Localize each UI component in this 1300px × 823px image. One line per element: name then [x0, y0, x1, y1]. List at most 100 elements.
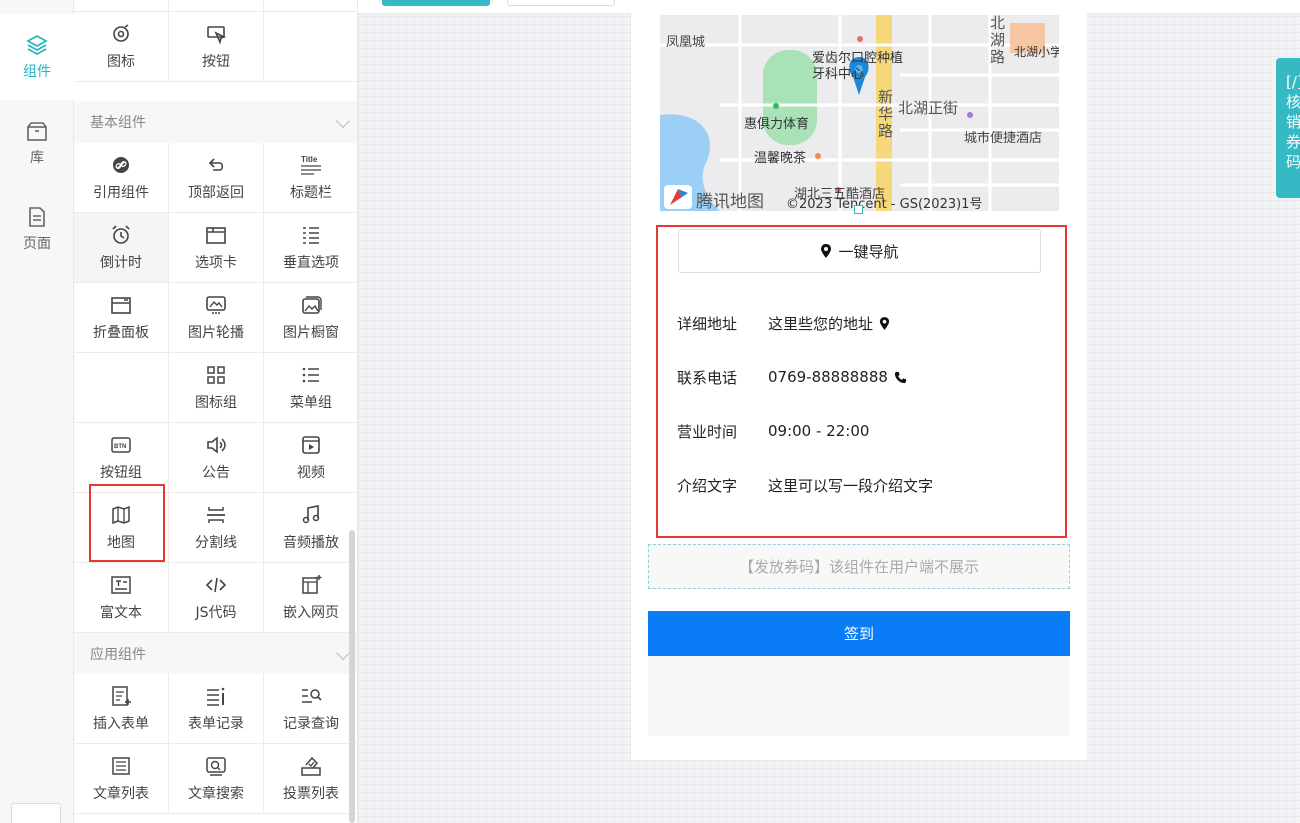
component-tile[interactable]: Title 标题栏	[264, 143, 357, 213]
toolbar-primary-button[interactable]	[382, 0, 490, 6]
verify-coupon-tab[interactable]: [/]核销券码	[1276, 58, 1300, 198]
navigate-button[interactable]: 一键导航	[678, 229, 1041, 273]
side-tab-label: [/]核销券码	[1286, 73, 1300, 171]
info-label: 联系电话	[677, 368, 738, 387]
component-tile[interactable]: 分割线	[169, 493, 264, 563]
component-panel: 点图 文字 图片 图标 按钮 基本组件 引用组件 顶部返回 Title 标题栏倒计时 选…	[74, 0, 358, 823]
section-basic-components[interactable]: 基本组件	[74, 101, 357, 143]
tile-label: 引用组件	[93, 184, 149, 201]
component-tile[interactable]: 顶部返回	[169, 143, 264, 213]
component-tile[interactable]: 投票列表	[264, 744, 357, 814]
info-label: 介绍文字	[677, 476, 738, 495]
coupon-component-placeholder[interactable]: 【发放券码】该组件在用户端不展示	[648, 544, 1070, 589]
app-components-grid: 插入表单 表单记录 记录查询文章列表 文章搜索 投票列表	[74, 674, 357, 814]
component-tile[interactable]: 文章搜索	[169, 744, 264, 814]
component-tile[interactable]: 垂直选项	[264, 213, 357, 283]
component-tile[interactable]: 文字	[169, 0, 264, 12]
component-tile[interactable]: 引用组件	[74, 143, 169, 213]
info-value: 0769-88888888	[768, 368, 907, 386]
map-label: 城市便捷酒店	[964, 131, 1043, 146]
tile-label: 文章搜索	[188, 785, 244, 802]
tile-label: 图片橱窗	[283, 324, 339, 341]
collapse-panel-icon	[110, 294, 132, 316]
map-label: 新华路	[878, 88, 894, 140]
component-tile[interactable]: 图片轮播	[169, 283, 264, 353]
tile-label: 菜单组	[290, 394, 332, 411]
divider-icon	[205, 504, 227, 526]
map-copyright: ©2023 Tencent - GS(2023)1号	[786, 197, 983, 211]
map-tile-highlight	[89, 484, 165, 562]
toolbar-button[interactable]	[507, 0, 615, 6]
component-tile[interactable]: 倒计时	[74, 213, 169, 283]
tile-label: 分割线	[195, 534, 237, 551]
tile-label: 图标	[107, 53, 135, 70]
music-note-icon	[300, 504, 322, 526]
article-list-icon	[110, 755, 132, 777]
component-tile[interactable]: 折叠面板	[74, 283, 169, 353]
tile-label: JS代码	[195, 604, 237, 621]
map-view[interactable]: 凤凰城 爱齿尔口腔种植 牙科中心 惠俱力体育 温馨晚茶 新华路 北湖正街 北湖路…	[660, 15, 1059, 211]
hours-text: 09:00 - 22:00	[768, 422, 870, 440]
code-icon	[205, 574, 227, 596]
rail-item-library[interactable]: 库	[0, 100, 74, 186]
pin-icon[interactable]	[879, 316, 890, 330]
section-title-app: 应用组件	[90, 647, 146, 663]
component-tile[interactable]: 图片	[264, 0, 357, 12]
map-label: 惠俱力体育	[744, 117, 810, 132]
map-label: 北湖正街	[898, 99, 959, 117]
section-title-basic: 基本组件	[90, 115, 146, 131]
info-row-hours: 营业时间 09:00 - 22:00	[677, 421, 869, 441]
component-tile[interactable]: 图片橱窗	[264, 283, 357, 353]
component-tile[interactable]: JS代码	[169, 563, 264, 633]
component-tile[interactable]: 图标组	[169, 353, 264, 423]
phone-icon[interactable]	[894, 371, 907, 384]
layers-icon	[26, 34, 48, 56]
tile-label: 顶部返回	[188, 184, 244, 201]
signin-label: 签到	[843, 625, 874, 643]
tile-label: 按钮组	[100, 464, 142, 481]
tile-label: 公告	[202, 464, 230, 481]
panel-scrollbar[interactable]	[349, 530, 355, 823]
component-tile-icon[interactable]: 图标	[74, 12, 169, 82]
tile-label: 文字	[202, 0, 230, 1]
map-label: 北湖路	[990, 15, 1006, 66]
rich-text-icon	[110, 574, 132, 596]
component-tile[interactable]: 选项卡	[169, 213, 264, 283]
rail-item-pages[interactable]: 页面	[0, 186, 74, 272]
map-brand: 腾讯地图	[696, 192, 764, 211]
tile-label: 标题栏	[290, 184, 332, 201]
resize-handle[interactable]	[854, 205, 863, 214]
signin-button[interactable]: 签到	[648, 611, 1070, 656]
component-tile[interactable]: 记录查询	[264, 674, 357, 744]
tile-label: 音频播放	[283, 534, 339, 551]
tile-label: 图片	[297, 0, 325, 1]
component-tile[interactable]: 菜单组	[264, 353, 357, 423]
component-tile[interactable]: 表单记录	[169, 674, 264, 744]
link-icon	[110, 154, 132, 176]
component-tile[interactable]: BTN 按钮组	[74, 423, 169, 493]
component-tile[interactable]: 公告	[169, 423, 264, 493]
empty-tile	[264, 12, 357, 82]
rail-item-components[interactable]: 组件	[0, 14, 74, 100]
component-tile[interactable]: 富文本	[74, 563, 169, 633]
component-tile[interactable]: 嵌入网页	[264, 563, 357, 633]
component-tile[interactable]: 视频	[264, 423, 357, 493]
component-tile[interactable]: 点图	[74, 0, 169, 12]
component-tile[interactable]: 插入表单	[74, 674, 169, 744]
vertical-list-icon	[300, 224, 322, 246]
coupon-notice: 【发放券码】该组件在用户端不展示	[738, 558, 979, 576]
component-tile[interactable]: 文章列表	[74, 744, 169, 814]
rail-label-pages: 页面	[23, 236, 51, 252]
tile-label: 视频	[297, 464, 325, 481]
info-row-intro: 介绍文字 这里可以写一段介绍文字	[677, 475, 933, 495]
tile-label: 折叠面板	[93, 324, 149, 341]
record-search-icon	[300, 685, 322, 707]
component-tile-button[interactable]: 按钮	[169, 12, 264, 82]
cursor-button-icon	[205, 23, 227, 45]
svg-text:Title: Title	[301, 155, 318, 164]
rail-bottom-button[interactable]	[11, 803, 61, 823]
section-app-components[interactable]: 应用组件	[74, 633, 357, 675]
component-tile[interactable]: 音频播放	[264, 493, 357, 563]
article-search-icon	[205, 755, 227, 777]
back-arrow-icon	[205, 154, 227, 176]
